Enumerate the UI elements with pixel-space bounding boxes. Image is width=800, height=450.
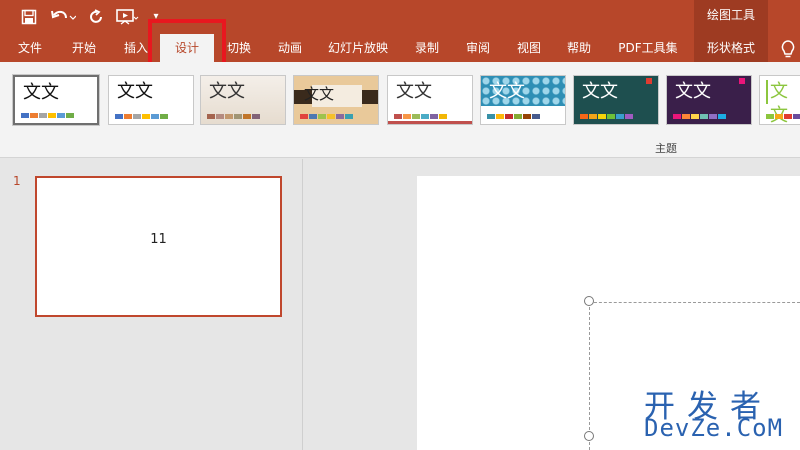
ribbon-group-label-themes: 主题 xyxy=(655,142,677,155)
lightbulb-icon[interactable] xyxy=(779,39,797,59)
theme-sample-text: 文文 xyxy=(304,85,335,103)
slide-thumbnail-pane: 1 11 xyxy=(0,159,303,450)
tab-file[interactable]: 文件 xyxy=(10,34,50,62)
resize-handle[interactable] xyxy=(584,431,594,441)
tab-review[interactable]: 审阅 xyxy=(457,34,499,62)
tab-animations[interactable]: 动画 xyxy=(269,34,311,62)
theme-color-bar xyxy=(580,114,633,119)
theme-sample-text: 文文 xyxy=(582,81,618,102)
theme-thumbnail[interactable]: 文文 xyxy=(12,74,100,126)
tab-view[interactable]: 视图 xyxy=(508,34,550,62)
tab-slideshow[interactable]: 幻灯片放映 xyxy=(323,34,393,62)
slide-thumbnail[interactable]: 11 xyxy=(35,176,282,317)
theme-sample-text: 文文 xyxy=(23,82,59,103)
contextual-group-label: 绘图工具 xyxy=(694,0,768,34)
theme-sample-text: 文文 xyxy=(396,81,432,102)
minimize-icon[interactable] xyxy=(784,8,800,26)
ribbon-tabs: 文件 开始 插入 设计 切换 动画 幻灯片放映 录制 审阅 视图 帮助 PDF工… xyxy=(0,34,800,62)
theme-color-bar xyxy=(394,114,447,119)
theme-thumbnail[interactable]: 文文 xyxy=(480,75,566,125)
save-icon[interactable] xyxy=(19,7,39,27)
slide-number: 1 xyxy=(13,174,21,188)
undo-icon[interactable] xyxy=(49,7,77,27)
theme-thumbnail[interactable]: 文文 xyxy=(293,75,379,125)
theme-color-bar xyxy=(207,114,260,119)
redo-icon[interactable] xyxy=(86,7,106,27)
theme-color-bar xyxy=(673,114,726,119)
theme-sample-text: 文文 xyxy=(489,81,525,102)
theme-thumbnail[interactable]: 文文 xyxy=(759,75,800,125)
slideshow-icon[interactable] xyxy=(114,7,140,27)
theme-sample-text: 文文 xyxy=(675,81,711,102)
theme-color-bar xyxy=(115,114,168,119)
theme-color-bar xyxy=(300,114,353,119)
slide-thumbnail-text: 11 xyxy=(150,232,167,247)
title-bar: ▾ 绘图工具 xyxy=(0,0,800,34)
theme-color-bar xyxy=(21,113,74,118)
theme-thumbnail[interactable]: 文文 xyxy=(108,75,194,125)
tab-home[interactable]: 开始 xyxy=(63,34,105,62)
theme-sample-text: 文文 xyxy=(209,81,245,102)
tab-pdf-tools[interactable]: PDF工具集 xyxy=(613,34,683,62)
ribbon-panel: 文文 文文 文文 文文 文文 文文 文文 文文 文文 主题 xyxy=(0,62,800,158)
resize-handle[interactable] xyxy=(584,296,594,306)
theme-thumbnail[interactable]: 文文 xyxy=(666,75,752,125)
theme-color-bar xyxy=(766,114,800,119)
tab-help[interactable]: 帮助 xyxy=(558,34,600,62)
tab-record[interactable]: 录制 xyxy=(406,34,448,62)
theme-thumbnail[interactable]: 文文 xyxy=(200,75,286,125)
tab-shape-format[interactable]: 形状格式 xyxy=(694,34,768,62)
theme-thumbnail[interactable]: 文文 xyxy=(573,75,659,125)
watermark-domain: DevZe.CoM xyxy=(644,414,784,442)
theme-color-bar xyxy=(487,114,540,119)
theme-thumbnail[interactable]: 文文 xyxy=(387,75,473,125)
theme-sample-text: 文文 xyxy=(117,81,153,102)
